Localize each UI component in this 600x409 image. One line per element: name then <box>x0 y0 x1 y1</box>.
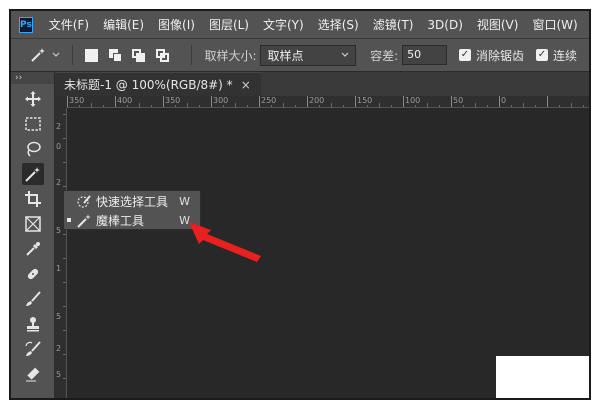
options-bar: 取样大小: 取样点 容差: 50 ✓ 消除锯齿 ✓ 连续 <box>11 38 589 72</box>
ruler-origin <box>55 96 67 108</box>
photoshop-logo: Ps <box>19 16 33 33</box>
magic-wand-icon <box>31 48 45 62</box>
move-tool[interactable] <box>22 88 44 110</box>
brush-tool[interactable] <box>22 288 44 310</box>
marquee-tool[interactable] <box>22 113 44 135</box>
ruler-label: 1 <box>56 264 62 273</box>
ruler-label: 5 <box>56 226 62 235</box>
close-icon[interactable]: × <box>241 78 251 92</box>
toolbar-collapse-icon[interactable]: ›› <box>11 72 54 84</box>
ruler-label: 50 <box>453 96 464 105</box>
document-tab[interactable]: 未标题-1 @ 100%(RGB/8#) * × <box>55 72 261 96</box>
document-canvas[interactable] <box>496 356 589 398</box>
quick-selection-icon <box>76 194 92 210</box>
ruler-label: 5 <box>56 370 62 379</box>
subtract-from-selection-icon[interactable] <box>132 48 146 62</box>
ruler-ticks <box>67 96 584 107</box>
menu-file[interactable]: 文件(F) <box>49 16 89 33</box>
history-brush-tool[interactable] <box>22 338 44 360</box>
eyedropper-tool[interactable] <box>22 238 44 260</box>
photoshop-window: Ps 文件(F) 编辑(E) 图像(I) 图层(L) 文字(Y) 选择(S) 滤… <box>9 9 591 400</box>
chevron-down-icon <box>52 52 60 57</box>
menu-edit[interactable]: 编辑(E) <box>103 16 144 33</box>
move-icon <box>25 91 41 107</box>
flyout-item-quick-selection[interactable]: 快速选择工具 W <box>64 192 200 211</box>
menu-image[interactable]: 图像(I) <box>158 16 195 33</box>
tool-preset-picker[interactable] <box>29 46 60 64</box>
ruler-label: 150 <box>357 96 373 105</box>
document-tab-bar: 未标题-1 @ 100%(RGB/8#) * × <box>55 72 589 96</box>
intersect-selection-icon[interactable] <box>155 48 169 62</box>
menu-type[interactable]: 文字(Y) <box>263 16 304 33</box>
annotation-arrow-icon <box>189 222 261 262</box>
divider <box>72 45 73 65</box>
frame-tool[interactable] <box>22 213 44 235</box>
magic-wand-icon <box>76 213 92 229</box>
flyout-item-label: 魔棒工具 <box>96 214 145 228</box>
crop-icon <box>25 191 41 207</box>
history-brush-icon <box>25 341 41 356</box>
horizontal-ruler: 350 400 350 300 250 200 150 100 50 0 <box>67 96 589 108</box>
antialias-label: 消除锯齿 <box>475 48 524 63</box>
new-selection-icon[interactable] <box>84 48 98 62</box>
menu-layer[interactable]: 图层(L) <box>209 16 249 33</box>
crop-tool[interactable] <box>22 188 44 210</box>
divider <box>191 45 193 65</box>
ruler-label: 5 <box>56 312 62 321</box>
ruler-label: 100 <box>405 96 421 105</box>
stamp-icon <box>27 317 39 332</box>
menu-view[interactable]: 视图(V) <box>477 16 519 33</box>
checkmark-icon: ✓ <box>535 49 548 61</box>
vertical-ruler: 2 0 2 5 1 5 2 5 <box>55 108 67 398</box>
brush-icon <box>26 291 41 306</box>
ruler-label: 250 <box>261 96 277 105</box>
ruler-label: 400 <box>117 96 133 105</box>
rectangular-marquee-icon <box>25 117 41 131</box>
menu-select[interactable]: 选择(S) <box>318 16 359 33</box>
clone-stamp-tool[interactable] <box>22 313 44 335</box>
eraser-tool[interactable] <box>22 363 44 385</box>
flyout-shortcut: W <box>179 195 190 208</box>
flyout-item-magic-wand[interactable]: 魔棒工具 W <box>64 211 200 230</box>
bandage-icon <box>27 268 39 280</box>
ruler-label: 2 <box>56 122 62 131</box>
lasso-tool[interactable] <box>22 138 44 160</box>
flyout-item-label: 快速选择工具 <box>96 195 169 209</box>
contiguous-checkbox[interactable]: ✓ 连续 <box>535 47 577 64</box>
magic-wand-tool[interactable] <box>22 163 44 185</box>
ruler-label: 0 <box>501 96 507 105</box>
tolerance-label: 容差: <box>370 48 399 63</box>
ruler-label: 200 <box>309 96 325 105</box>
selected-bullet <box>67 218 71 222</box>
sample-size-select[interactable]: 取样点 <box>260 44 357 66</box>
sample-size-label: 取样大小: <box>204 48 257 63</box>
eyedropper-icon <box>26 242 40 256</box>
menu-filter[interactable]: 滤镜(T) <box>373 16 414 33</box>
lasso-icon <box>27 141 41 157</box>
document-tab-title: 未标题-1 @ 100%(RGB/8#) * <box>64 78 233 92</box>
checkmark-icon: ✓ <box>458 49 471 61</box>
sample-size-value: 取样点 <box>267 48 304 63</box>
tools-panel: ›› <box>11 72 55 398</box>
ruler-ticks <box>63 114 66 379</box>
contiguous-label: 连续 <box>552 48 577 63</box>
ruler-label: 300 <box>213 96 229 105</box>
ruler-label: 0 <box>56 142 62 151</box>
ruler-label: 350 <box>69 96 85 105</box>
tolerance-input[interactable]: 50 <box>402 45 447 65</box>
menu-3d[interactable]: 3D(D) <box>427 18 462 32</box>
eraser-icon <box>26 367 40 382</box>
menu-bar: Ps 文件(F) 编辑(E) 图像(I) 图层(L) 文字(Y) 选择(S) 滤… <box>11 11 589 38</box>
healing-brush-tool[interactable] <box>22 263 44 285</box>
ruler-label: 350 <box>165 96 181 105</box>
menu-window[interactable]: 窗口(W) <box>532 16 577 33</box>
frame-icon <box>25 216 41 232</box>
ruler-label: 2 <box>56 178 62 187</box>
chevron-down-icon <box>341 52 349 57</box>
ruler-label: 2 <box>56 344 62 353</box>
antialias-checkbox[interactable]: ✓ 消除锯齿 <box>458 47 524 64</box>
magic-wand-icon <box>25 167 40 182</box>
add-to-selection-icon[interactable] <box>108 48 122 62</box>
